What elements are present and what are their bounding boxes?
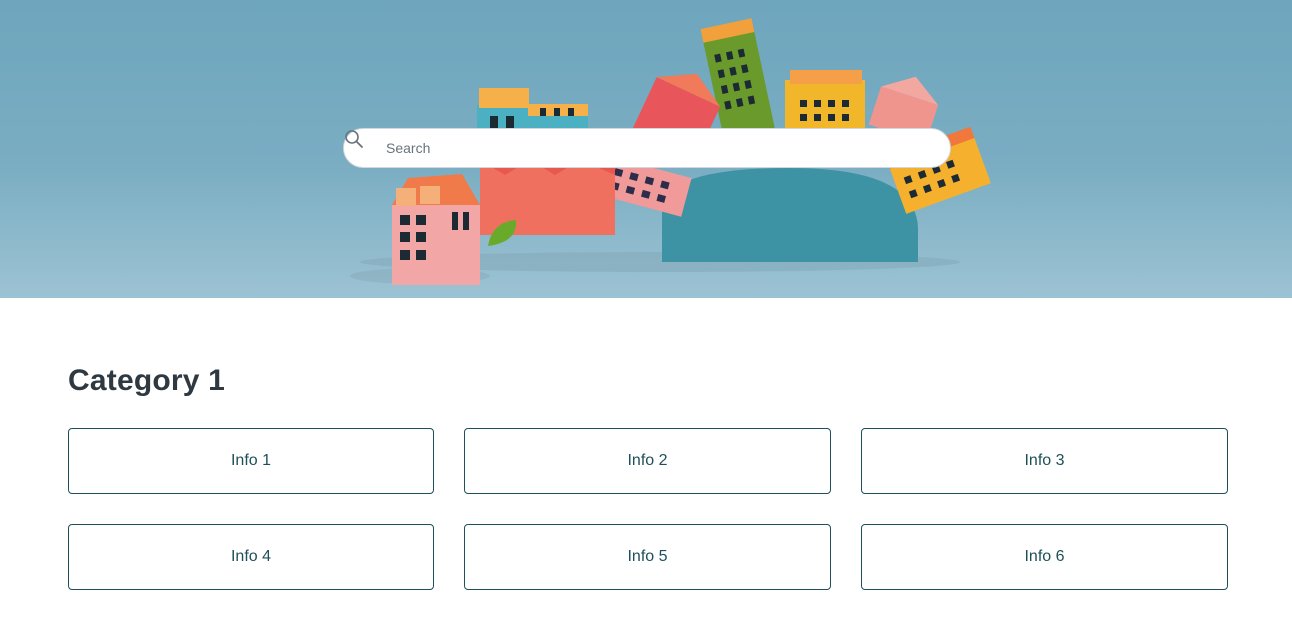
info-card-3[interactable]: Info 3 [861, 428, 1228, 494]
info-card-6[interactable]: Info 6 [861, 524, 1228, 590]
search-icon [345, 130, 378, 158]
search-input[interactable] [384, 139, 928, 157]
info-card-4[interactable]: Info 4 [68, 524, 434, 590]
info-card-2[interactable]: Info 2 [464, 428, 831, 494]
category-title: Category 1 [68, 364, 226, 397]
hero-banner [0, 0, 1292, 298]
info-card-1[interactable]: Info 1 [68, 428, 434, 494]
info-card-5[interactable]: Info 5 [464, 524, 831, 590]
search-bar[interactable] [343, 128, 951, 168]
category-items-grid: Info 1 Info 2 Info 3 Info 4 Info 5 Info … [68, 428, 1228, 590]
